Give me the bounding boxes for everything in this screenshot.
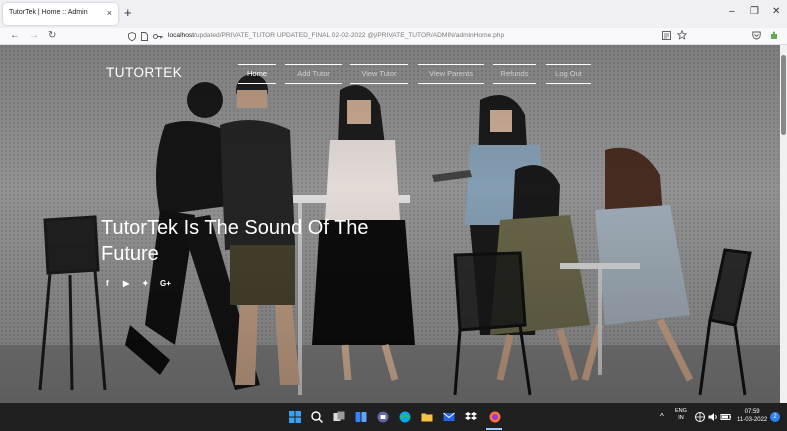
network-globe-icon[interactable] [694, 411, 706, 423]
url-host: localhost [168, 32, 195, 39]
language-indicator[interactable]: ENG IN [675, 408, 687, 422]
windows-start-icon[interactable] [288, 410, 302, 424]
new-tab-button[interactable]: + [124, 6, 132, 20]
close-window-button[interactable]: ✕ [772, 6, 780, 18]
bookmark-star-icon[interactable] [677, 30, 687, 40]
clock-date: 11-03-2022 [737, 417, 768, 423]
search-icon[interactable] [310, 410, 324, 424]
page-scrollbar[interactable] [780, 45, 787, 403]
clock-time: 07:59 [744, 409, 760, 415]
browser-window: TutorTek | Home :: Admin × + – ❐ ✕ ← → ↻… [0, 0, 787, 431]
twitter-icon[interactable]: ✦ [142, 279, 149, 289]
teams-chat-icon[interactable] [376, 410, 390, 424]
url-path: /updated/PRIVATE_TUTOR UPDATED_FINAL 02-… [194, 32, 505, 39]
tray-overflow-chevron[interactable]: ^ [660, 412, 664, 422]
hero-headline-line1: TutorTek Is The Sound Of The [101, 217, 369, 239]
site-logo[interactable]: TUTORTEK [106, 65, 182, 80]
browser-tab[interactable]: TutorTek | Home :: Admin × [3, 3, 118, 25]
battery-icon[interactable] [720, 411, 732, 423]
nav-item-view-parents[interactable]: View Parents [418, 64, 484, 84]
facebook-icon[interactable]: f [106, 279, 109, 289]
notification-badge[interactable]: 2 [770, 412, 780, 422]
nav-item-refunds[interactable]: Refunds [493, 64, 536, 84]
shield-icon [128, 32, 136, 41]
hero-headline: TutorTek Is The Sound Of The Future [101, 215, 401, 267]
windows-taskbar: ^ ENG IN 07:59 11-03-2022 2 [0, 403, 787, 431]
language-code: ENG [675, 408, 687, 414]
extensions-icon[interactable] [770, 30, 780, 40]
address-bar[interactable]: localhost/updated/PRIVATE_TUTOR UPDATED_… [120, 30, 690, 43]
task-view-icon[interactable] [332, 410, 346, 424]
nav-item-view-tutor[interactable]: View Tutor [350, 64, 408, 84]
nav-item-log-out[interactable]: Log Out [546, 64, 591, 84]
tab-title: TutorTek | Home :: Admin [9, 9, 88, 16]
tab-close-icon[interactable]: × [107, 8, 112, 18]
volume-icon[interactable] [707, 411, 719, 423]
region-code: IN [678, 415, 684, 421]
google-plus-icon[interactable]: G+ [160, 279, 171, 289]
firefox-icon[interactable] [488, 410, 502, 424]
pocket-icon[interactable] [752, 31, 761, 40]
back-button[interactable]: ← [10, 30, 20, 42]
mail-icon[interactable] [442, 410, 456, 424]
nav-item-add-tutor[interactable]: Add Tutor [285, 64, 342, 84]
nav-item-home[interactable]: Home [238, 64, 276, 84]
reader-view-icon[interactable] [662, 31, 671, 40]
dropbox-icon[interactable] [464, 410, 478, 424]
active-app-indicator [486, 428, 502, 430]
page-icon [141, 32, 148, 41]
reload-button[interactable]: ↻ [48, 30, 56, 42]
url-text[interactable]: localhost/updated/PRIVATE_TUTOR UPDATED_… [168, 32, 504, 39]
youtube-icon[interactable]: ▶ [123, 279, 129, 289]
scrollbar-thumb[interactable] [781, 55, 786, 135]
widgets-icon[interactable] [354, 410, 368, 424]
forward-button[interactable]: → [29, 30, 39, 42]
edge-browser-icon[interactable] [398, 410, 412, 424]
file-explorer-icon[interactable] [420, 410, 434, 424]
hero-headline-line2: Future [101, 243, 159, 265]
restore-button[interactable]: ❐ [750, 6, 759, 18]
minimize-button[interactable]: – [729, 6, 735, 18]
hero-section: TUTORTEK Home Add Tutor View Tutor View Par… [0, 45, 780, 403]
system-clock[interactable]: 07:59 11-03-2022 [737, 408, 767, 424]
key-icon [153, 34, 163, 39]
navigation-bar: ← → ↻ localhost/updated/PRIVATE_TUTOR UP… [0, 28, 787, 45]
tab-strip: TutorTek | Home :: Admin × + – ❐ ✕ [0, 0, 787, 28]
